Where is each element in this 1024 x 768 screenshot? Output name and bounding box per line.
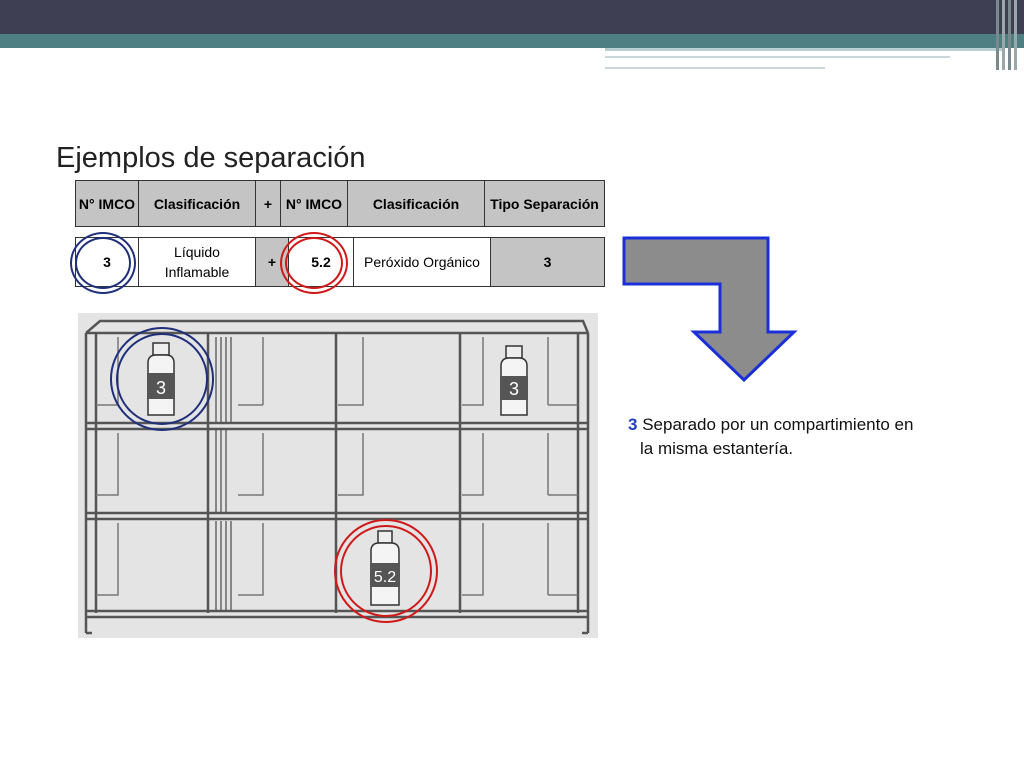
accent-line-thin-2 xyxy=(605,67,825,69)
blue-highlight-circle-inner xyxy=(75,237,131,289)
separation-note: 3 Separado por un compartimiento en la m… xyxy=(628,413,968,461)
slide-title: Ejemplos de separación xyxy=(56,142,366,174)
cell-clasificacion-2: Peróxido Orgánico xyxy=(353,237,491,287)
bottle-label: 3 xyxy=(156,378,166,398)
accent-line xyxy=(605,48,1005,51)
teal-stripe xyxy=(0,34,1024,48)
note-line-1: 3 Separado por un compartimiento en xyxy=(628,415,914,434)
header-imco-2: N° IMCO xyxy=(280,180,348,227)
shelf-illustration: 3 3 5.2 xyxy=(78,313,598,638)
bottle-label: 3 xyxy=(509,379,519,399)
header-table: N° IMCO Clasificación + N° IMCO Clasific… xyxy=(75,180,605,227)
red-highlight-circle-inner xyxy=(285,237,343,289)
note-line-2: la misma estantería. xyxy=(640,439,794,458)
header-clasificacion-1: Clasificación xyxy=(138,180,256,227)
accent-line-thin xyxy=(605,56,950,58)
top-banner xyxy=(0,0,1024,34)
note-number: 3 xyxy=(628,415,638,434)
decorative-vertical-lines xyxy=(994,0,1024,70)
header-tipo-separacion: Tipo Separación xyxy=(484,180,605,227)
bottle-label: 5.2 xyxy=(374,569,396,586)
header-clasificacion-2: Clasificación xyxy=(347,180,485,227)
cell-clasificacion-1: Líquido Inflamable xyxy=(138,237,256,287)
arrow-down-icon xyxy=(622,236,798,383)
header-plus: + xyxy=(255,180,281,227)
cell-tipo-separacion: 3 xyxy=(490,237,605,287)
header-imco-1: N° IMCO xyxy=(75,180,139,227)
header-row: N° IMCO Clasificación + N° IMCO Clasific… xyxy=(75,180,605,227)
